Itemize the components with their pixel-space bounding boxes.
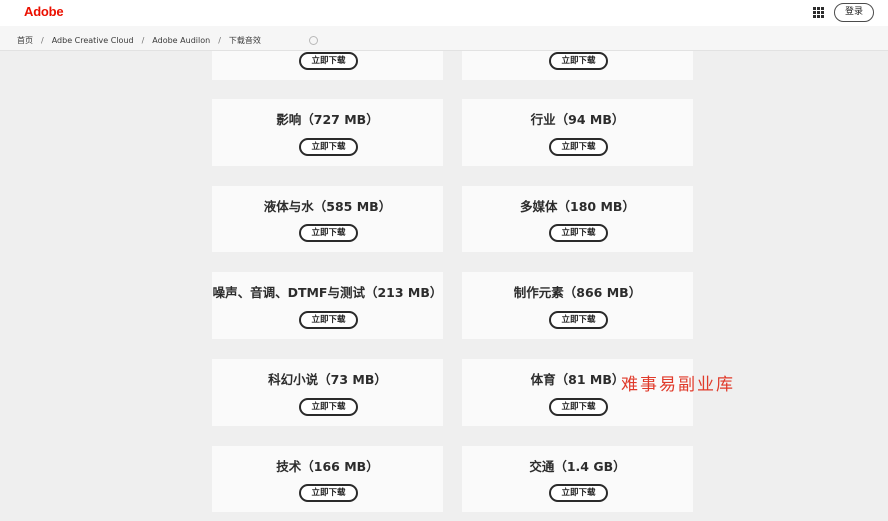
loading-spinner-icon [309, 36, 318, 45]
download-button[interactable]: 立即下载 [299, 138, 358, 156]
breadcrumb-separator: / [41, 36, 44, 45]
card-title: 噪声、音调、DTMF与测试（213 MB） [212, 285, 443, 300]
breadcrumb-current: 下载音效 [228, 36, 261, 45]
card-title: 影响（727 MB） [276, 112, 379, 127]
sound-card: 行业（94 MB） 立即下载 [462, 99, 693, 166]
card-title: 制作元素（866 MB） [513, 285, 642, 300]
sound-card: 影响（727 MB） 立即下载 [212, 99, 443, 166]
breadcrumb-bar: 首页 / Adbe Creative Cloud / Adobe Audilon… [0, 26, 888, 51]
login-button[interactable]: 登录 [834, 3, 874, 22]
app-grid-icon[interactable] [813, 7, 824, 18]
sound-card: 多媒体（180 MB） 立即下载 [462, 186, 693, 252]
sound-card-partial: 立即下载 [462, 51, 693, 80]
download-button[interactable]: 立即下载 [299, 52, 358, 70]
download-button[interactable]: 立即下载 [299, 484, 358, 502]
download-button[interactable]: 立即下载 [549, 52, 608, 70]
card-title: 科幻小说（73 MB） [268, 372, 387, 387]
watermark-text: 难事易副业库 [621, 375, 735, 395]
download-button[interactable]: 立即下载 [549, 224, 608, 242]
sound-card: 制作元素（866 MB） 立即下载 [462, 272, 693, 339]
breadcrumb: 首页 / Adbe Creative Cloud / Adobe Audilon… [17, 35, 261, 46]
card-title: 行业（94 MB） [530, 112, 625, 127]
card-title: 技术（166 MB） [276, 459, 379, 474]
breadcrumb-creative-cloud[interactable]: Adbe Creative Cloud [52, 36, 134, 45]
sound-card: 科幻小说（73 MB） 立即下载 [212, 359, 443, 426]
download-button[interactable]: 立即下载 [549, 484, 608, 502]
top-nav: Adobe 登录 [0, 0, 888, 26]
card-title: 交通（1.4 GB） [529, 459, 626, 474]
sound-card: 噪声、音调、DTMF与测试（213 MB） 立即下载 [212, 272, 443, 339]
breadcrumb-home[interactable]: 首页 [17, 35, 33, 46]
sound-card: 液体与水（585 MB） 立即下载 [212, 186, 443, 252]
breadcrumb-separator: / [218, 36, 221, 45]
download-button[interactable]: 立即下载 [299, 398, 358, 416]
download-button[interactable]: 立即下载 [549, 311, 608, 329]
breadcrumb-separator: / [141, 36, 145, 45]
download-button[interactable]: 立即下载 [299, 311, 358, 329]
sound-card-partial: 立即下载 [212, 51, 443, 80]
sound-card: 交通（1.4 GB） 立即下载 [462, 446, 693, 512]
download-button[interactable]: 立即下载 [549, 138, 608, 156]
download-button[interactable]: 立即下载 [549, 398, 608, 416]
breadcrumb-audition[interactable]: Adobe Audilon [152, 36, 210, 45]
adobe-logo[interactable]: Adobe [24, 4, 64, 19]
card-title: 液体与水（585 MB） [263, 199, 392, 214]
card-title: 多媒体（180 MB） [520, 199, 635, 214]
download-button[interactable]: 立即下载 [299, 224, 358, 242]
sound-card: 技术（166 MB） 立即下载 [212, 446, 443, 512]
